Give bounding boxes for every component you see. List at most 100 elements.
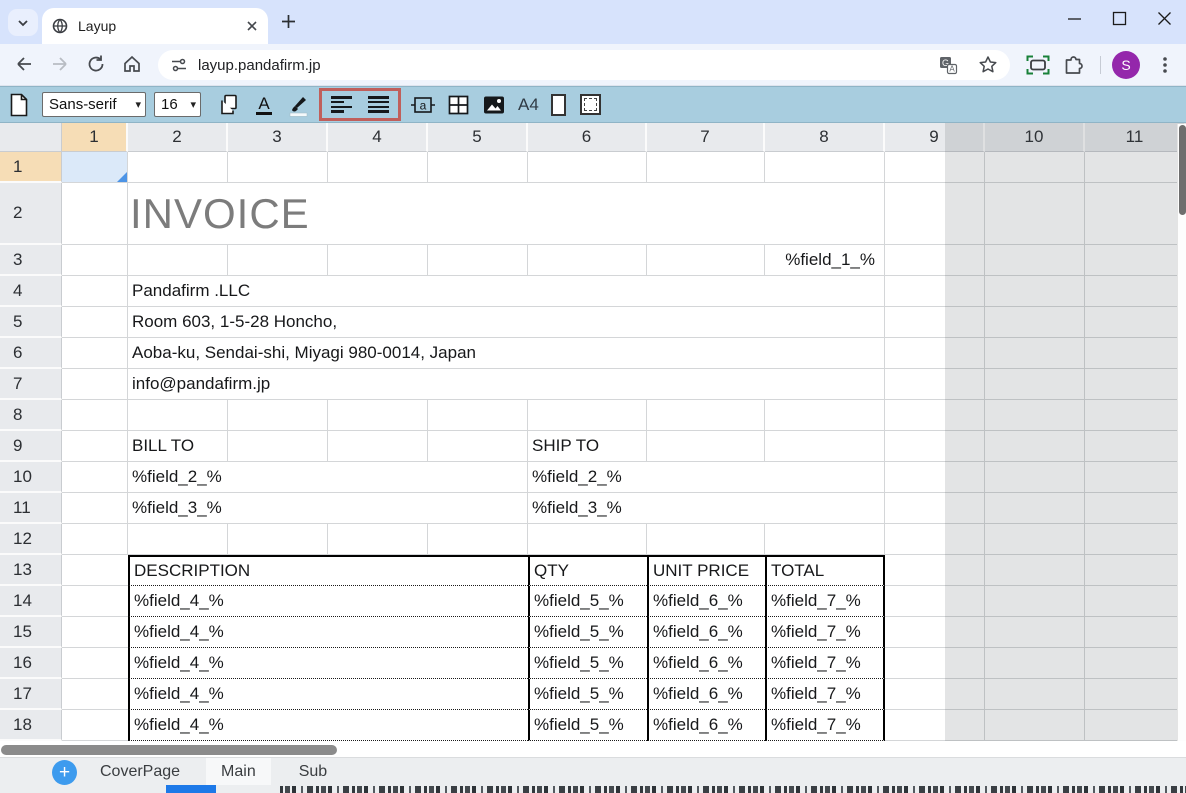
field-cell[interactable]: %field_2_% [128,462,528,493]
cell-borders-icon[interactable] [447,94,470,116]
insert-image-icon[interactable] [482,94,506,116]
url-text[interactable]: layup.pandafirm.jp [198,57,938,74]
grid-cell[interactable] [62,245,128,276]
table-data-cell[interactable]: %field_6_% [647,617,765,648]
copy-icon[interactable] [217,93,241,117]
column-header[interactable]: 2 [128,123,228,152]
grid-cell[interactable] [428,152,528,183]
grid-cell[interactable] [328,400,428,431]
table-data-cell[interactable]: %field_5_% [528,586,647,617]
row-header[interactable]: 3 [0,245,62,276]
grid-cell[interactable] [428,245,528,276]
grid-cell[interactable] [428,524,528,555]
ship-to-cell[interactable]: SHIP TO [528,431,647,462]
grid-corner[interactable] [0,123,62,152]
grid-cell[interactable] [885,524,985,555]
grid-cell[interactable] [885,276,985,307]
home-button[interactable] [122,54,142,74]
grid-cell[interactable] [328,431,428,462]
bookmark-star-icon[interactable] [978,55,998,75]
table-data-cell[interactable]: %field_4_% [128,679,528,710]
grid-cell[interactable] [1085,462,1186,493]
table-data-cell[interactable]: %field_4_% [128,648,528,679]
grid-cell[interactable] [1085,555,1186,586]
grid-cell[interactable] [885,648,985,679]
grid-cell[interactable] [62,586,128,617]
row-header[interactable]: 13 [0,555,62,586]
extensions-puzzle-icon[interactable] [1063,55,1085,77]
grid-cell[interactable] [528,245,647,276]
translate-icon[interactable]: GA [938,55,958,75]
site-settings-icon[interactable] [170,56,188,74]
row-header[interactable]: 7 [0,369,62,400]
grid-cell[interactable] [62,648,128,679]
row-header[interactable]: 12 [0,524,62,555]
row-header[interactable]: 10 [0,462,62,493]
table-header-cell[interactable]: UNIT PRICE [647,555,765,586]
grid-cell[interactable] [885,338,985,369]
column-header[interactable]: 4 [328,123,428,152]
print-area-icon[interactable] [579,94,601,115]
row-header[interactable]: 6 [0,338,62,369]
grid-cell[interactable] [228,245,328,276]
row-header[interactable]: 18 [0,710,62,741]
grid-cell[interactable] [1085,400,1186,431]
table-header-cell[interactable]: DESCRIPTION [128,555,528,586]
grid-cell[interactable] [1085,648,1186,679]
grid-cell[interactable] [62,555,128,586]
grid-cell[interactable] [1085,369,1186,400]
grid-cell[interactable] [647,245,765,276]
grid-cell[interactable] [985,245,1085,276]
field-cell[interactable]: %field_3_% [128,493,528,524]
table-data-cell[interactable]: %field_6_% [647,648,765,679]
back-button[interactable] [14,54,34,74]
grid-cell[interactable] [985,400,1085,431]
field-cell[interactable]: %field_3_% [528,493,885,524]
vertical-scrollbar[interactable] [1177,124,1186,757]
column-header[interactable]: 10 [985,123,1085,152]
grid-cell[interactable] [62,183,128,245]
grid-cell[interactable] [885,617,985,648]
grid-cell[interactable] [328,524,428,555]
grid-cell[interactable] [1085,679,1186,710]
grid-cell[interactable] [985,369,1085,400]
table-data-cell[interactable]: %field_7_% [765,648,885,679]
column-header[interactable]: 3 [228,123,328,152]
window-maximize-button[interactable] [1112,11,1127,26]
grid-cell[interactable] [62,617,128,648]
grid-cell[interactable] [647,431,765,462]
grid-cell[interactable] [428,431,528,462]
field-cell[interactable]: %field_1_% [765,245,885,276]
table-data-cell[interactable]: %field_4_% [128,617,528,648]
grid-cell[interactable] [1085,710,1186,741]
grid-cell[interactable] [528,152,647,183]
grid-cell[interactable] [1085,183,1186,245]
grid-cell[interactable] [228,400,328,431]
grid-cell[interactable] [62,493,128,524]
add-sheet-button[interactable]: + [52,760,77,785]
table-data-cell[interactable]: %field_5_% [528,617,647,648]
row-header[interactable]: 15 [0,617,62,648]
grid-cell[interactable] [985,524,1085,555]
grid-cell[interactable] [1085,152,1186,183]
sheet-tab-main[interactable]: Main [206,758,271,785]
grid-cell[interactable] [428,400,528,431]
grid-cell[interactable] [985,183,1085,245]
grid-cell[interactable] [885,431,985,462]
grid-cell[interactable] [985,276,1085,307]
tab-close-icon[interactable] [246,20,258,32]
window-close-button[interactable] [1157,11,1172,26]
table-data-cell[interactable]: %field_7_% [765,710,885,741]
grid-cell[interactable] [885,183,985,245]
column-header[interactable]: 11 [1085,123,1186,152]
grid-cell[interactable] [62,462,128,493]
browser-menu-icon[interactable] [1156,55,1174,75]
grid-cell[interactable] [62,276,128,307]
reload-button[interactable] [86,54,106,74]
horizontal-scrollbar-thumb[interactable] [1,745,337,755]
grid-cell[interactable] [885,493,985,524]
sheet-tab-coverpage[interactable]: CoverPage [96,763,184,781]
table-data-cell[interactable]: %field_6_% [647,586,765,617]
table-data-cell[interactable]: %field_4_% [128,586,528,617]
vertical-scrollbar-thumb[interactable] [1179,125,1186,215]
